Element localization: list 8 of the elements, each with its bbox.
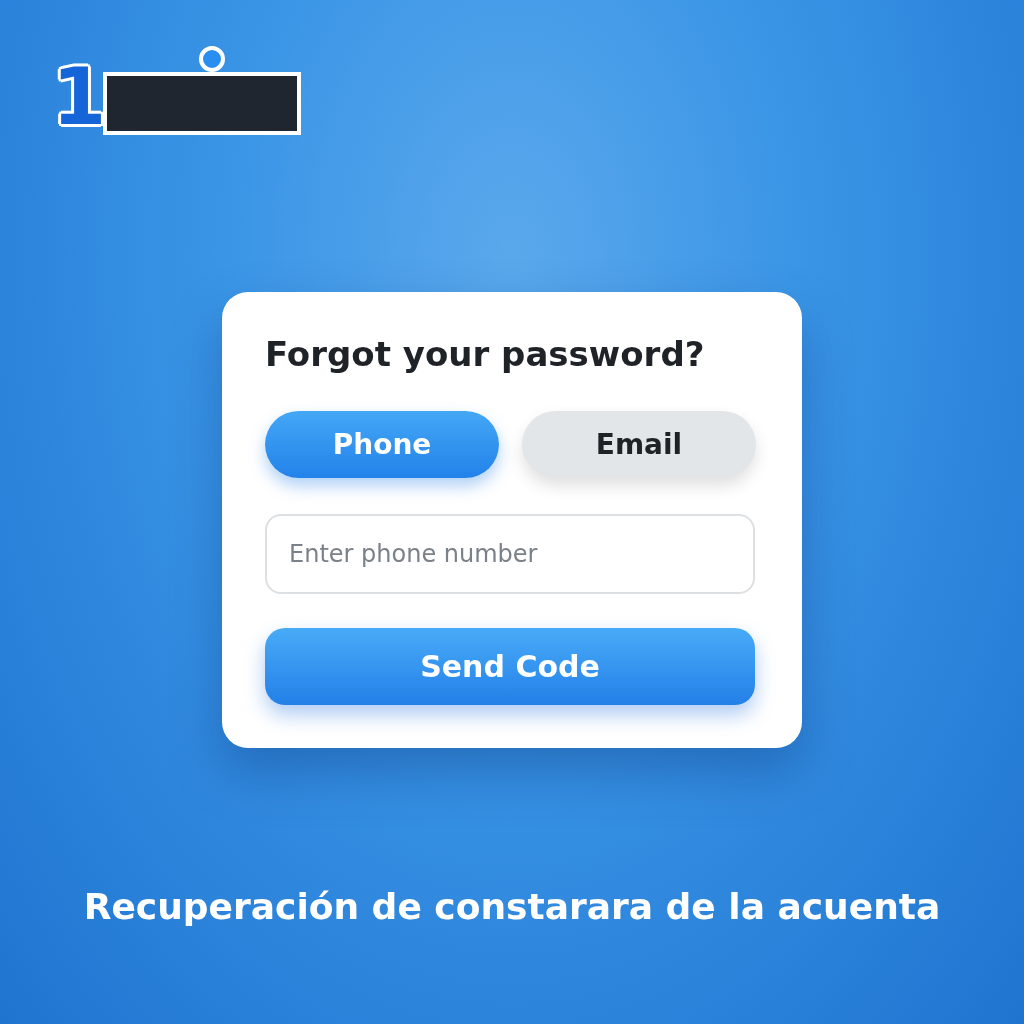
tab[interactable]: Phone xyxy=(265,411,499,478)
tab[interactable]: Email xyxy=(522,411,756,478)
phone-field[interactable]: Enter phone number xyxy=(265,514,755,594)
logo-mark: 1 xyxy=(52,60,107,134)
caption: Recuperación de constarara de la acuenta xyxy=(82,886,942,927)
logo-icon xyxy=(102,44,303,136)
form-title: Forgot your password? xyxy=(265,333,706,376)
send-code-button[interactable]: Send Code xyxy=(265,628,755,705)
